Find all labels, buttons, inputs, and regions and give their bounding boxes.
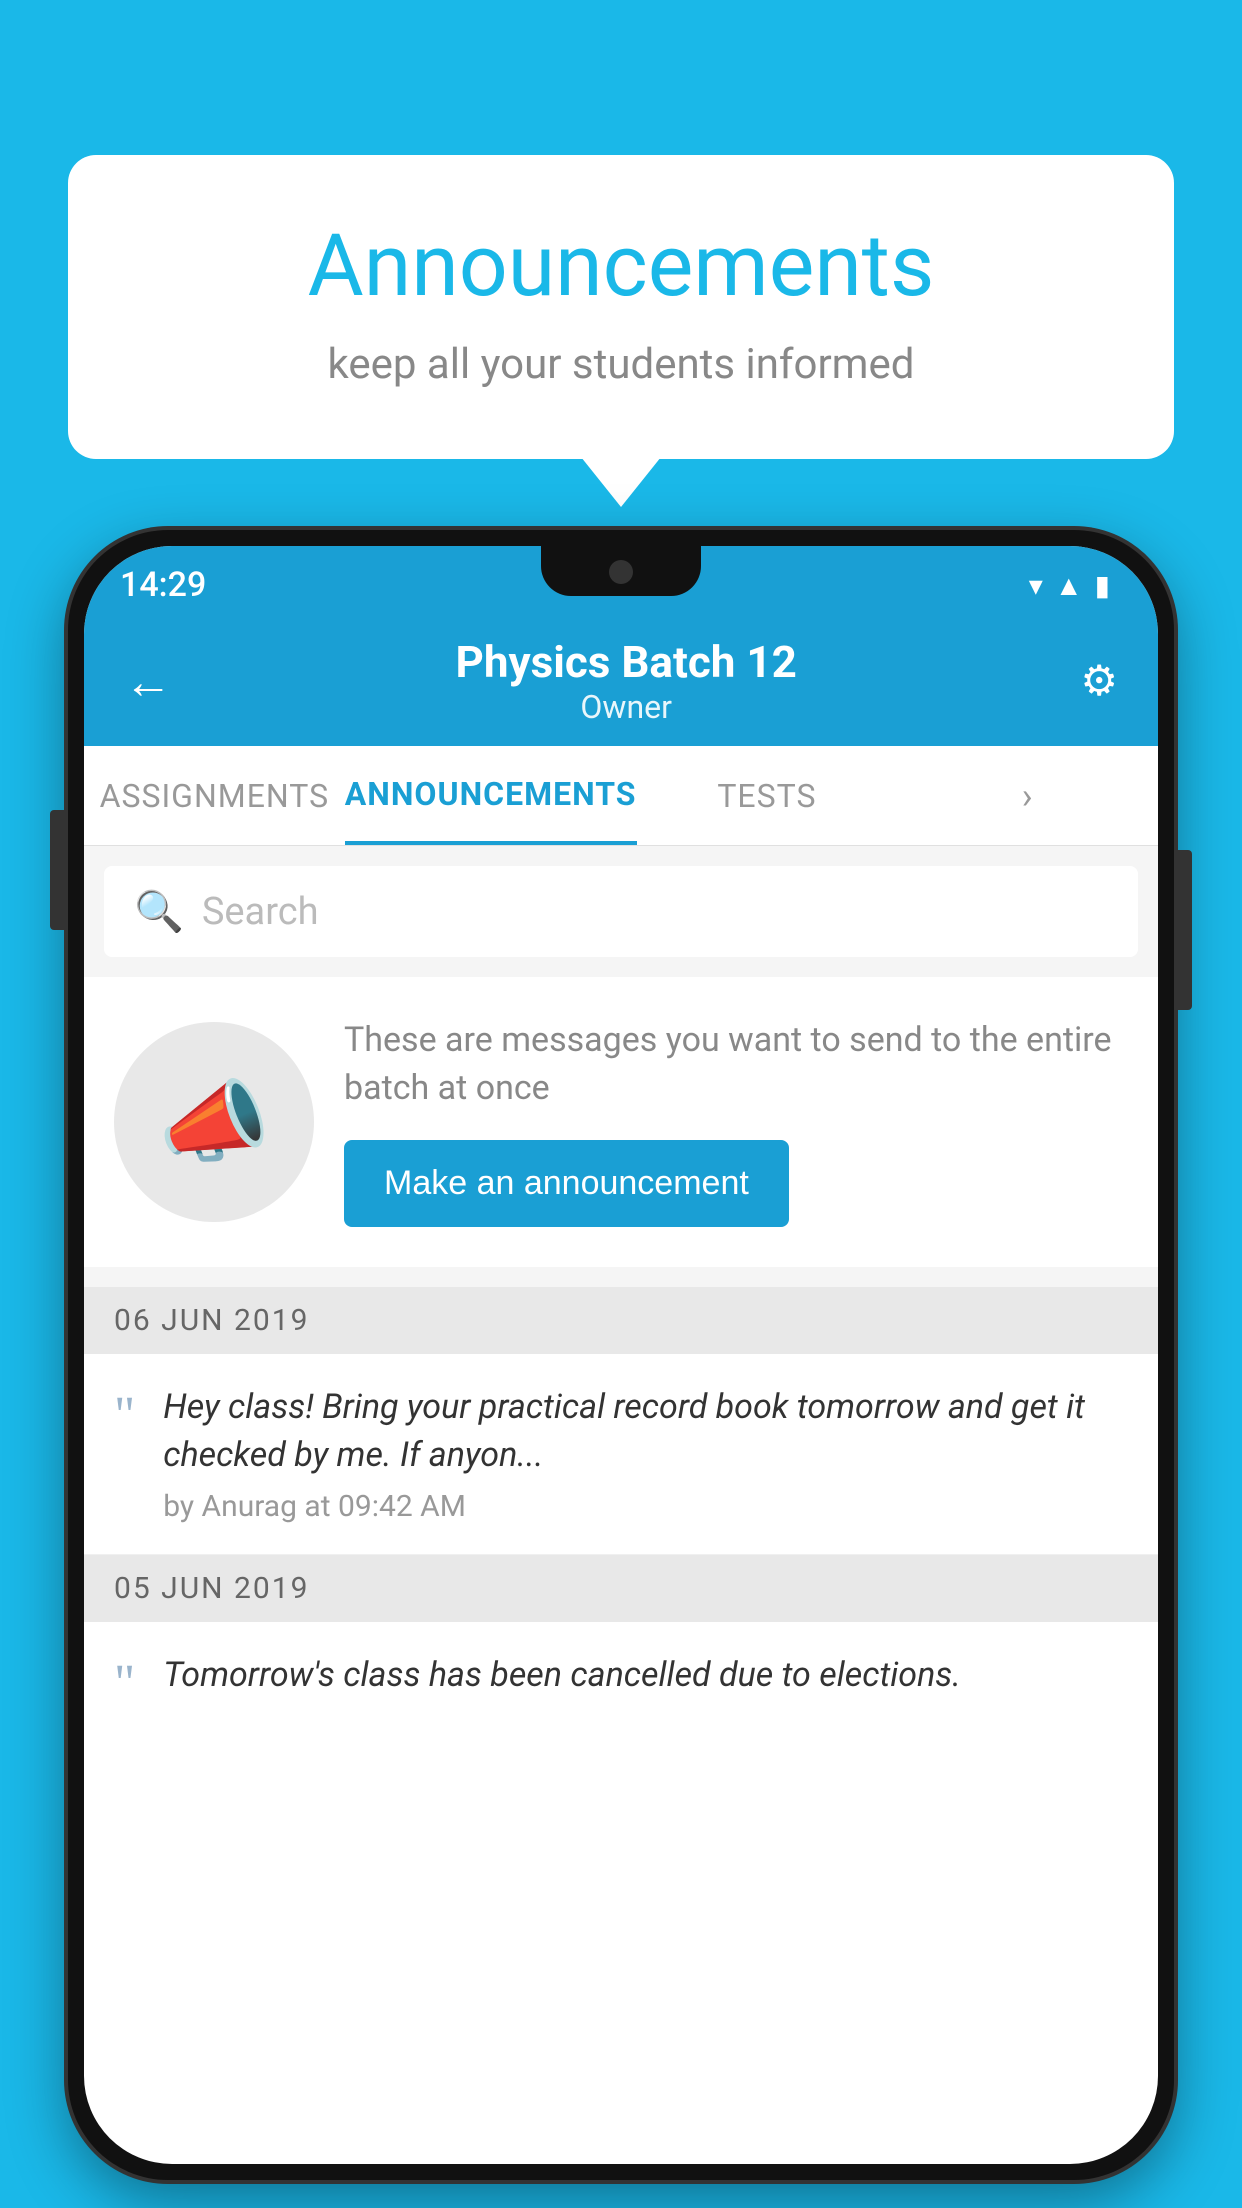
signal-icon: ▲ bbox=[1055, 569, 1083, 602]
phone-notch bbox=[541, 546, 701, 596]
date-section-1: 06 JUN 2019 bbox=[84, 1287, 1158, 1354]
speech-bubble-subtitle: keep all your students informed bbox=[108, 340, 1134, 389]
tabs-container: ASSIGNMENTS ANNOUNCEMENTS TESTS › bbox=[84, 746, 1158, 846]
app-header: ← Physics Batch 12 Owner ⚙ bbox=[84, 616, 1158, 746]
header-subtitle: Owner bbox=[455, 688, 796, 726]
phone-wrapper: 14:29 ▾ ▲ ▮ ← Physics Batch 12 Owner ⚙ bbox=[68, 530, 1174, 2180]
wifi-icon: ▾ bbox=[1029, 569, 1043, 602]
battery-icon: ▮ bbox=[1095, 569, 1110, 602]
content-area: 🔍 Search 📣 These are messages you want t… bbox=[84, 846, 1158, 1740]
camera bbox=[609, 560, 633, 584]
header-title: Physics Batch 12 bbox=[455, 636, 796, 688]
status-icons: ▾ ▲ ▮ bbox=[1029, 569, 1110, 602]
date-section-2: 05 JUN 2019 bbox=[84, 1555, 1158, 1622]
tab-tests[interactable]: TESTS bbox=[637, 746, 898, 845]
back-button[interactable]: ← bbox=[124, 653, 172, 710]
phone-outer: 14:29 ▾ ▲ ▮ ← Physics Batch 12 Owner ⚙ bbox=[68, 530, 1174, 2180]
search-placeholder: Search bbox=[202, 890, 319, 934]
announcement-item-1: " Hey class! Bring your practical record… bbox=[84, 1354, 1158, 1555]
announcement-icon-circle: 📣 bbox=[114, 1022, 314, 1222]
speech-bubble-container: Announcements keep all your students inf… bbox=[68, 155, 1174, 459]
announcement-meta-1: by Anurag at 09:42 AM bbox=[163, 1489, 1128, 1524]
announcement-prompt: 📣 These are messages you want to send to… bbox=[84, 977, 1158, 1267]
status-time: 14:29 bbox=[120, 565, 206, 605]
announcement-description: These are messages you want to send to t… bbox=[344, 1017, 1128, 1112]
announcement-item-2: " Tomorrow's class has been cancelled du… bbox=[84, 1622, 1158, 1740]
speech-bubble-title: Announcements bbox=[108, 215, 1134, 316]
quote-icon-1: " bbox=[114, 1390, 135, 1442]
search-bar[interactable]: 🔍 Search bbox=[104, 866, 1138, 957]
announcement-content-2: Tomorrow's class has been cancelled due … bbox=[163, 1652, 1128, 1700]
tab-more[interactable]: › bbox=[897, 746, 1158, 845]
phone-inner: 14:29 ▾ ▲ ▮ ← Physics Batch 12 Owner ⚙ bbox=[84, 546, 1158, 2164]
header-center: Physics Batch 12 Owner bbox=[455, 636, 796, 726]
search-icon: 🔍 bbox=[134, 888, 184, 935]
announcement-text-1: Hey class! Bring your practical record b… bbox=[163, 1384, 1128, 1479]
settings-icon[interactable]: ⚙ bbox=[1080, 656, 1118, 706]
tab-announcements[interactable]: ANNOUNCEMENTS bbox=[345, 746, 637, 845]
announcement-right: These are messages you want to send to t… bbox=[344, 1017, 1128, 1227]
quote-icon-2: " bbox=[114, 1658, 135, 1710]
make-announcement-button[interactable]: Make an announcement bbox=[344, 1140, 789, 1227]
megaphone-icon: 📣 bbox=[158, 1070, 270, 1175]
tab-assignments[interactable]: ASSIGNMENTS bbox=[84, 746, 345, 845]
announcement-content-1: Hey class! Bring your practical record b… bbox=[163, 1384, 1128, 1524]
announcement-text-2: Tomorrow's class has been cancelled due … bbox=[163, 1652, 1128, 1700]
speech-bubble: Announcements keep all your students inf… bbox=[68, 155, 1174, 459]
